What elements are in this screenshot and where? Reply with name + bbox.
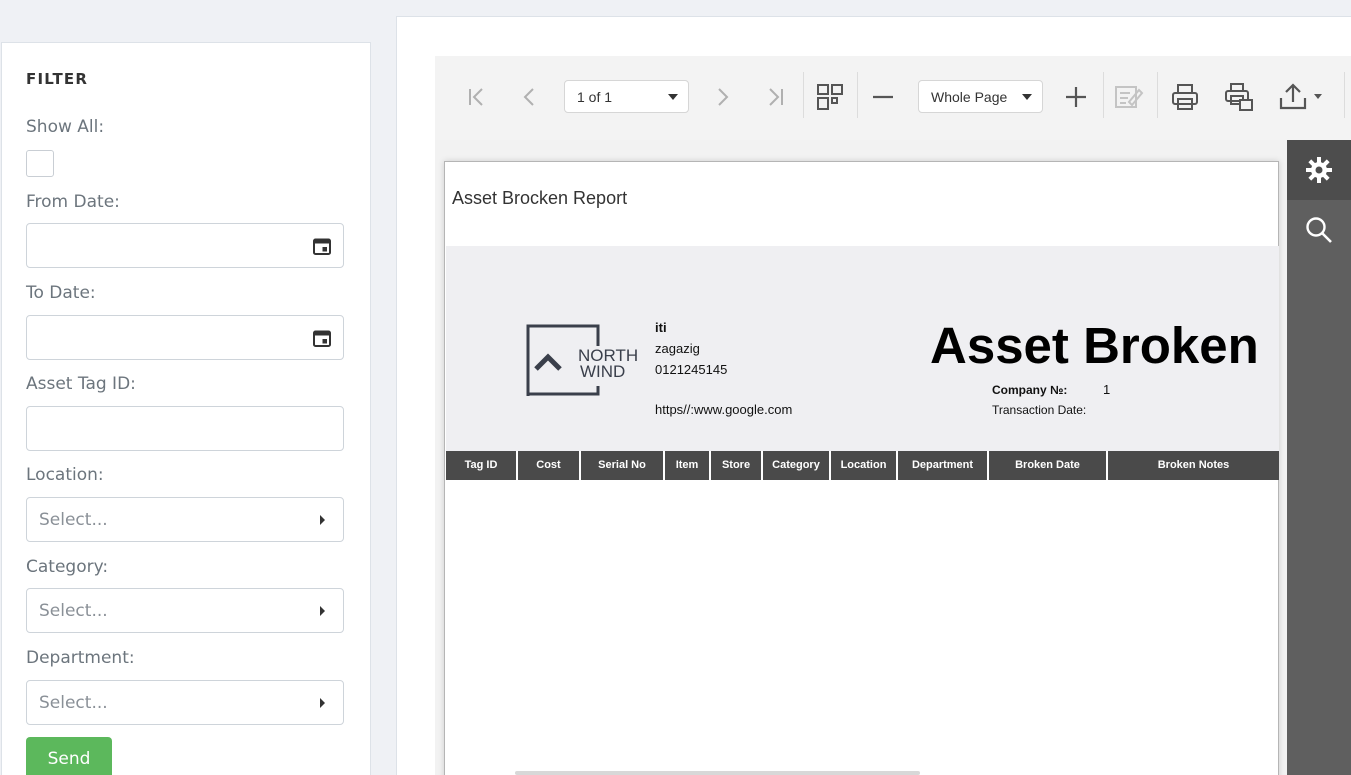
search-icon: [1306, 217, 1332, 243]
caret-right-icon: [320, 515, 325, 525]
to-date-label: To Date:: [26, 283, 96, 303]
location-label: Location:: [26, 465, 104, 485]
next-page-icon[interactable]: [707, 82, 737, 112]
caret-right-icon: [320, 606, 325, 616]
calendar-icon[interactable]: [313, 329, 331, 347]
toolbar-separator: [1103, 72, 1104, 118]
logo-text-2: WIND: [580, 362, 625, 381]
category-label: Category:: [26, 557, 109, 577]
department-label: Department:: [26, 648, 135, 668]
category-placeholder: Select...: [39, 601, 108, 621]
report-header: NORTH WIND iti zagazig 0121245145 https/…: [446, 246, 1279, 451]
zoom-selector-value: Whole Page: [931, 89, 1008, 105]
calendar-icon[interactable]: [313, 237, 331, 255]
show-all-label: Show All:: [26, 117, 105, 137]
edit-fields-icon[interactable]: [1114, 82, 1144, 112]
from-date-label: From Date:: [26, 192, 120, 212]
toolbar-separator: [857, 72, 858, 118]
toolbar-separator: [1157, 72, 1158, 118]
multipage-icon[interactable]: [815, 82, 845, 112]
column-header: Store: [711, 451, 761, 480]
side-panel: [1287, 140, 1351, 775]
department-placeholder: Select...: [39, 693, 108, 713]
column-header: Broken Date: [989, 451, 1106, 480]
report-page: Asset Brocken Report NORTH WIND iti zaga…: [444, 161, 1279, 775]
filter-title: FILTER: [26, 70, 89, 88]
asset-tag-label: Asset Tag ID:: [26, 374, 136, 394]
column-header: Item: [665, 451, 709, 480]
caret-right-icon: [320, 698, 325, 708]
show-all-checkbox[interactable]: [26, 150, 54, 177]
zoom-in-icon[interactable]: [1061, 82, 1091, 112]
company-name: iti: [655, 320, 667, 335]
chevron-down-icon: [668, 94, 678, 100]
column-header: Serial No: [581, 451, 663, 480]
transaction-date-label: Transaction Date:: [992, 403, 1087, 417]
toolbar-separator: [1344, 72, 1345, 118]
page-selector-value: 1 of 1: [577, 89, 613, 105]
report-title: Asset Brocken Report: [452, 188, 628, 208]
location-placeholder: Select...: [39, 510, 108, 530]
last-page-icon[interactable]: [761, 82, 791, 112]
chevron-down-icon: [1022, 94, 1032, 100]
category-select[interactable]: Select...: [26, 588, 344, 633]
zoom-out-icon[interactable]: [868, 82, 898, 112]
to-date-input[interactable]: [26, 315, 344, 360]
column-header: Category: [763, 451, 829, 480]
location-select[interactable]: Select...: [26, 497, 344, 542]
company-url: https//:www.google.com: [655, 402, 793, 417]
company-city: zagazig: [655, 341, 700, 356]
send-button[interactable]: Send: [26, 737, 112, 775]
company-no-label: Company №:: [992, 383, 1068, 397]
column-header: Tag ID: [446, 451, 516, 480]
zoom-selector[interactable]: Whole Page: [918, 80, 1043, 113]
viewer-toolbar: 1 of 1 Whole Page: [435, 56, 1351, 140]
settings-button[interactable]: [1287, 140, 1351, 200]
northwind-logo: NORTH WIND: [526, 324, 638, 396]
report-heading: Asset Broken: [930, 317, 1259, 374]
print-page-icon[interactable]: [1224, 82, 1254, 112]
department-select[interactable]: Select...: [26, 680, 344, 725]
column-header: Cost: [518, 451, 579, 480]
prev-page-icon[interactable]: [515, 82, 545, 112]
from-date-input[interactable]: [26, 223, 344, 268]
first-page-icon[interactable]: [461, 82, 491, 112]
horizontal-scrollbar[interactable]: [515, 771, 920, 775]
column-header: Department: [898, 451, 987, 480]
gear-icon: [1306, 157, 1332, 183]
column-header: Broken Notes: [1108, 451, 1279, 480]
page-selector[interactable]: 1 of 1: [564, 80, 689, 113]
export-icon[interactable]: [1278, 82, 1322, 112]
company-no-value: 1: [1103, 382, 1111, 397]
search-button[interactable]: [1287, 200, 1351, 260]
column-header: Location: [831, 451, 896, 480]
report-table-header: Tag ID Cost Serial No Item Store Categor…: [446, 451, 1279, 480]
print-icon[interactable]: [1170, 82, 1200, 112]
toolbar-separator: [803, 72, 804, 118]
company-phone: 0121245145: [655, 362, 728, 377]
asset-tag-input[interactable]: [26, 406, 344, 451]
